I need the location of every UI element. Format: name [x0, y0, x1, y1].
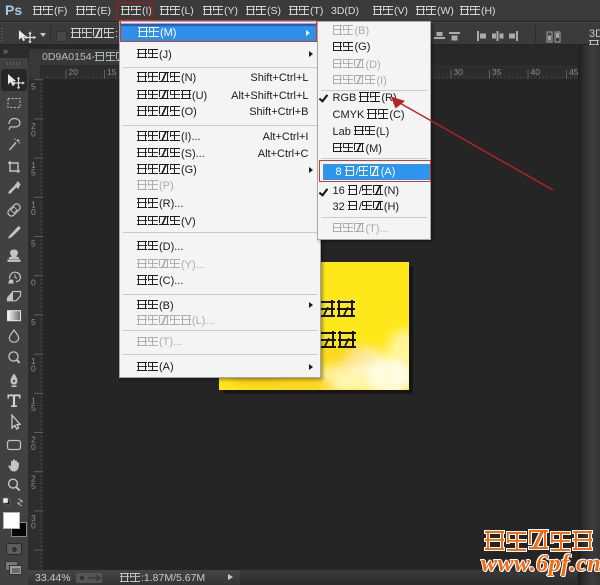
svg-text:35: 35: [492, 67, 502, 77]
svg-text:0: 0: [31, 128, 36, 138]
svg-text:15: 15: [107, 67, 117, 77]
svg-text:5: 5: [31, 239, 36, 249]
svg-text:30: 30: [454, 67, 464, 77]
svg-text:5: 5: [31, 403, 36, 413]
svg-text:5: 5: [31, 481, 36, 491]
svg-text:5: 5: [31, 168, 36, 178]
svg-text:5: 5: [31, 82, 36, 92]
svg-text:0: 0: [31, 442, 36, 452]
svg-text:20: 20: [69, 67, 79, 77]
svg-text:0: 0: [31, 364, 36, 374]
svg-text:45: 45: [569, 67, 578, 77]
svg-text:0: 0: [31, 278, 36, 288]
svg-text:40: 40: [531, 67, 541, 77]
svg-text:5: 5: [31, 317, 36, 327]
svg-text:0: 0: [31, 520, 36, 530]
svg-text:0: 0: [31, 207, 36, 217]
